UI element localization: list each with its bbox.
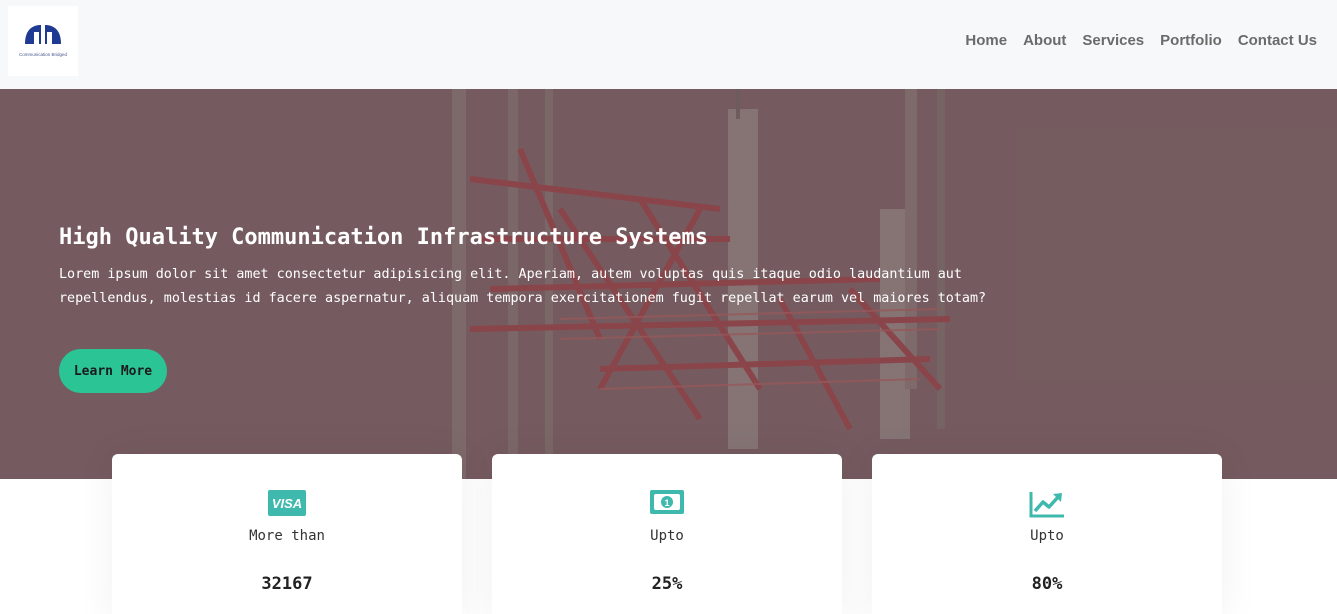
stat-label: Upto bbox=[650, 528, 684, 544]
nav-contact-us[interactable]: Contact Us bbox=[1238, 32, 1317, 49]
stat-value: 32167 bbox=[261, 574, 313, 594]
svg-text:1: 1 bbox=[664, 498, 669, 508]
stat-card: 1 Upto 25% bbox=[492, 454, 842, 614]
nav-portfolio[interactable]: Portfolio bbox=[1160, 32, 1222, 49]
learn-more-button[interactable]: Learn More bbox=[59, 349, 167, 393]
stat-value: 80% bbox=[1031, 574, 1063, 594]
hero-title: High Quality Communication Infrastructur… bbox=[59, 225, 709, 250]
nav-services[interactable]: Services bbox=[1082, 32, 1144, 49]
stat-card: VISA More than 32167 bbox=[112, 454, 462, 614]
stat-label: Upto bbox=[1030, 528, 1064, 544]
nav-home[interactable]: Home bbox=[965, 32, 1007, 49]
site-header: Communication Bridged Home About Service… bbox=[0, 0, 1337, 89]
stats-section: VISA More than 32167 1 Upto 25% Upto 80% bbox=[0, 454, 1337, 614]
logo-mark-icon bbox=[25, 25, 61, 44]
visa-card-icon: VISA bbox=[268, 490, 306, 521]
hero-section: High Quality Communication Infrastructur… bbox=[0, 89, 1337, 479]
chart-line-icon bbox=[1029, 490, 1065, 523]
main-nav: Home About Services Portfolio Contact Us bbox=[965, 32, 1317, 49]
stat-label: More than bbox=[249, 528, 325, 544]
nav-about[interactable]: About bbox=[1023, 32, 1066, 49]
svg-text:VISA: VISA bbox=[272, 496, 302, 511]
logo-caption: Communication Bridged bbox=[18, 52, 68, 57]
hero-description: Lorem ipsum dolor sit amet consectetur a… bbox=[59, 267, 987, 306]
site-logo[interactable]: Communication Bridged bbox=[8, 6, 78, 76]
money-bill-icon: 1 bbox=[650, 490, 684, 519]
stat-value: 25% bbox=[651, 574, 683, 594]
stat-card: Upto 80% bbox=[872, 454, 1222, 614]
